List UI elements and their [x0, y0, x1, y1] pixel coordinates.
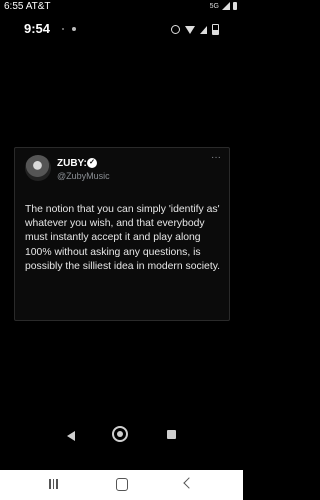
verified-check-icon: ✓	[87, 158, 97, 168]
display-name[interactable]: ZUBY:	[57, 158, 87, 169]
battery-icon	[212, 24, 219, 35]
recents-square-icon[interactable]	[167, 430, 176, 439]
more-dots-icon[interactable]: ···	[211, 152, 221, 163]
tweet-card[interactable]: ZUBY: ✓ @ZubyMusic ··· The notion that y…	[14, 147, 230, 321]
signal-icon	[222, 2, 230, 10]
outer-status-time: 6:55 AT&T	[4, 1, 51, 12]
notification-dot-icon	[62, 28, 64, 30]
tweet-text: The notion that you can simply 'identify…	[25, 204, 221, 272]
cell-signal-icon	[200, 25, 207, 34]
avatar[interactable]	[25, 155, 51, 181]
outer-status-icons: 5G	[210, 2, 237, 10]
data-saver-icon	[171, 25, 180, 34]
outer-navigation-bar	[0, 470, 243, 500]
notification-icons	[62, 27, 76, 31]
inner-status-bar: 9:54	[0, 14, 243, 44]
inner-status-icons	[171, 24, 219, 35]
home-circle-icon[interactable]	[112, 426, 128, 442]
user-handle[interactable]: @ZubyMusic	[57, 171, 110, 181]
network-type-label: 5G	[209, 2, 219, 10]
inner-navigation-bar	[0, 415, 243, 455]
back-triangle-icon[interactable]	[67, 431, 75, 441]
inner-status-time: 9:54	[24, 21, 51, 36]
back-chevron-icon[interactable]	[183, 477, 195, 489]
recents-lines-icon[interactable]	[49, 479, 58, 489]
battery-icon	[233, 2, 237, 10]
notification-dot-icon	[72, 27, 76, 31]
outer-status-bar: 6:55 AT&T 5G	[0, 0, 243, 14]
home-rounded-icon[interactable]	[116, 478, 128, 491]
wifi-icon	[185, 25, 195, 34]
